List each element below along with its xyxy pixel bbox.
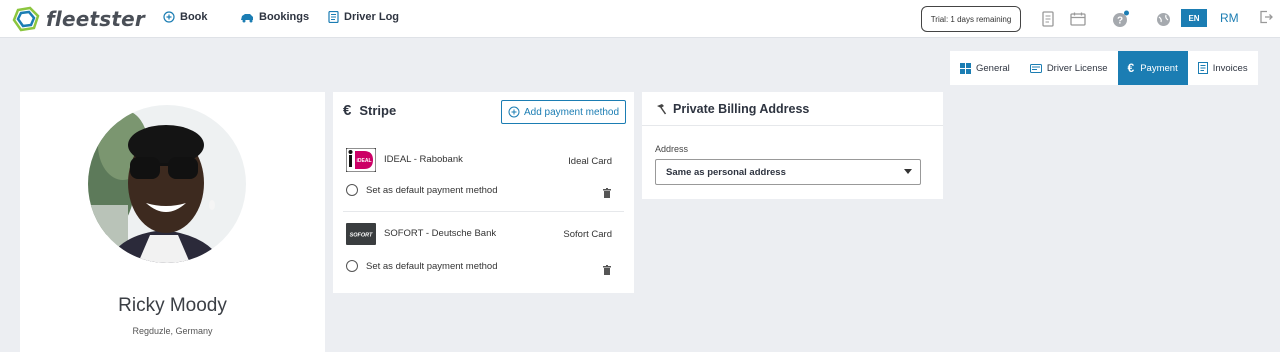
payment-method-name: SOFORT - Deutsche Bank <box>384 228 497 239</box>
user-menu[interactable]: RM <box>1220 11 1239 25</box>
address-select-value: Same as personal address <box>666 166 786 178</box>
profile-location: Regduzle, Germany <box>132 326 213 336</box>
default-label: Set as default payment method <box>366 185 498 196</box>
tab-invoices[interactable]: Invoices <box>1188 51 1258 85</box>
logout-icon[interactable] <box>1259 10 1273 29</box>
plus-circle-icon <box>508 106 520 118</box>
tab-driver-license[interactable]: Driver License <box>1020 51 1118 85</box>
globe-icon[interactable] <box>1154 10 1172 28</box>
payment-method-name: IDEAL - Rabobank <box>384 154 463 165</box>
car-icon <box>241 14 253 23</box>
nav-driver-log[interactable]: Driver Log <box>328 11 399 23</box>
nav-book[interactable]: Book <box>163 11 208 23</box>
fleetster-logo-icon <box>12 6 40 32</box>
help-icon[interactable]: ? <box>1112 10 1130 28</box>
divider <box>343 211 624 212</box>
svg-text:iDEAL: iDEAL <box>357 158 372 164</box>
default-radio[interactable] <box>346 184 358 196</box>
svg-text:?: ? <box>1117 16 1123 27</box>
tab-general[interactable]: General <box>950 51 1020 85</box>
stripe-card: € Stripe Add payment method iDEAL IDEAL … <box>333 92 634 293</box>
logbook-icon <box>328 11 339 23</box>
svg-text:SOFORT: SOFORT <box>350 233 373 239</box>
profile-card: Ricky Moody Regduzle, Germany <box>20 92 325 352</box>
trash-icon[interactable] <box>603 262 611 280</box>
billing-card: Private Billing Address Address Same as … <box>642 92 943 199</box>
document-icon[interactable] <box>1039 10 1057 28</box>
app-logo[interactable]: fleetster <box>12 6 145 32</box>
payment-method-type: Sofort Card <box>563 229 612 240</box>
nav-book-label: Book <box>180 11 208 23</box>
default-radio[interactable] <box>346 260 358 272</box>
trial-badge[interactable]: Trial: 1 days remaining <box>921 6 1021 32</box>
license-card-icon <box>1029 63 1042 73</box>
top-bar: fleetster Book Bookings Driver Log Trial… <box>0 0 1280 38</box>
billing-title: Private Billing Address <box>673 102 810 116</box>
tab-general-label: General <box>976 62 1010 74</box>
stripe-title-row: € Stripe <box>343 102 396 119</box>
profile-name: Ricky Moody <box>118 295 227 316</box>
profile-tabs: General Driver License € Payment Invoice… <box>950 51 1258 85</box>
chevron-down-icon <box>904 169 912 174</box>
invoice-icon <box>1197 62 1208 74</box>
ideal-logo: iDEAL <box>345 147 377 173</box>
address-label: Address <box>655 144 689 154</box>
euro-icon: € <box>343 102 352 119</box>
grid-icon <box>960 62 971 74</box>
nav-driver-log-label: Driver Log <box>344 11 400 23</box>
billing-header: Private Billing Address <box>642 92 943 126</box>
nav-bookings-label: Bookings <box>259 11 310 23</box>
address-select[interactable]: Same as personal address <box>655 159 921 185</box>
tab-payment[interactable]: € Payment <box>1117 51 1188 85</box>
tab-payment-label: Payment <box>1140 62 1178 74</box>
language-selector[interactable]: EN <box>1181 9 1207 27</box>
tab-invoices-label: Invoices <box>1212 62 1248 74</box>
avatar[interactable] <box>88 105 246 263</box>
tab-driver-license-label: Driver License <box>1046 62 1108 74</box>
plus-circle-icon <box>163 11 175 23</box>
sofort-logo: SOFORT <box>346 223 376 245</box>
billing-title-row: Private Billing Address <box>655 102 809 116</box>
add-payment-method-button[interactable]: Add payment method <box>501 100 626 124</box>
nav-bookings[interactable]: Bookings <box>240 11 309 23</box>
trash-icon[interactable] <box>603 185 611 203</box>
add-payment-method-label: Add payment method <box>523 106 620 118</box>
payment-method-type: Ideal Card <box>568 156 612 167</box>
calendar-icon[interactable] <box>1069 10 1087 28</box>
euro-icon: € <box>1127 61 1135 75</box>
hammer-icon <box>657 104 667 115</box>
app-name: fleetster <box>46 7 145 31</box>
default-label: Set as default payment method <box>366 261 498 272</box>
stripe-title: Stripe <box>359 103 397 118</box>
